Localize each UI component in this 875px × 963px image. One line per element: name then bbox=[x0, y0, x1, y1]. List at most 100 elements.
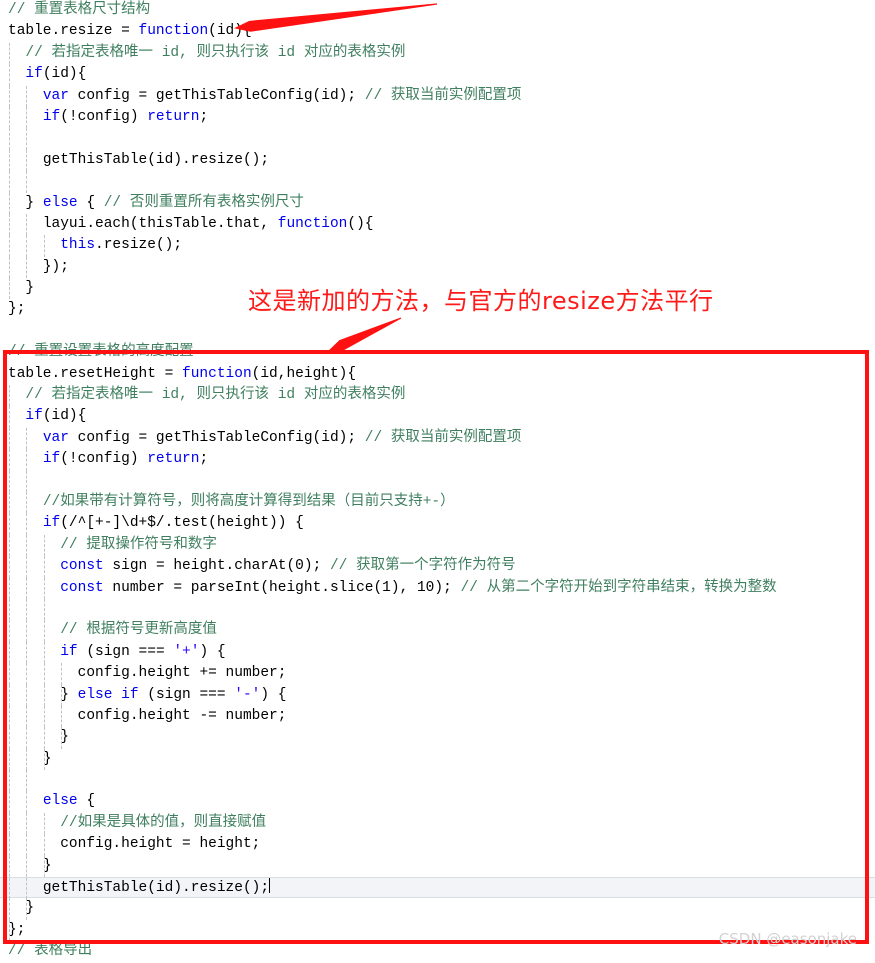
code-line[interactable]: } bbox=[0, 748, 875, 771]
code-line[interactable]: config.height = height; bbox=[0, 834, 875, 856]
code-token: // 重置设置表格的高度配置 bbox=[8, 344, 194, 361]
code-line[interactable]: } bbox=[0, 898, 875, 920]
code-line[interactable]: layui.each(thisTable.that, function(){ bbox=[0, 213, 875, 236]
code-line[interactable]: var config = getThisTableConfig(id); // … bbox=[0, 85, 875, 107]
code-line[interactable]: if(!config) return; bbox=[0, 449, 875, 471]
code-token: // 重置表格尺寸结构 bbox=[8, 2, 151, 18]
code-token: (/^[+-]\d+$/.test(height)) { bbox=[60, 515, 304, 532]
indent-guide bbox=[26, 85, 28, 107]
code-token: var bbox=[42, 429, 69, 446]
indent-guide bbox=[9, 834, 10, 856]
code-line[interactable]: } bbox=[0, 278, 875, 300]
code-line[interactable]: // 重置表格尺寸结构 bbox=[0, 0, 875, 21]
code-line[interactable]: } else if (sign === '-') { bbox=[0, 684, 875, 706]
code-token: ) { bbox=[199, 643, 226, 660]
code-line[interactable]: if(!config) return; bbox=[0, 106, 875, 129]
code-line[interactable]: // 提取操作符号和数字 bbox=[0, 534, 875, 557]
code-editor-view[interactable]: // 重置表格尺寸结构 table.resize = function(id){ … bbox=[0, 0, 875, 959]
code-line[interactable]: } bbox=[0, 855, 875, 878]
code-line[interactable] bbox=[0, 171, 875, 193]
indent-guide bbox=[26, 663, 28, 685]
code-line[interactable]: }); bbox=[0, 256, 875, 279]
code-token: (id){ bbox=[42, 66, 87, 83]
code-token: table.resize = bbox=[8, 23, 139, 40]
code-line[interactable] bbox=[0, 128, 875, 150]
code-line[interactable]: // 重置设置表格的高度配置 bbox=[0, 342, 875, 363]
indent-guide bbox=[26, 748, 28, 771]
code-line[interactable]: var config = getThisTableConfig(id); // … bbox=[0, 427, 875, 450]
code-line[interactable]: table.resize = function(id){ bbox=[0, 21, 875, 42]
code-line[interactable]: //如果是具体的值，则直接赋值 bbox=[0, 812, 875, 835]
indent-guide bbox=[9, 791, 10, 813]
code-token: if bbox=[42, 451, 61, 468]
indent-guide bbox=[9, 898, 10, 920]
code-line[interactable] bbox=[0, 770, 875, 792]
code-line[interactable]: // 表格导出 bbox=[0, 941, 875, 962]
code-line[interactable]: config.height -= number; bbox=[0, 705, 875, 728]
indent-guide bbox=[26, 791, 28, 813]
code-line[interactable]: table.resetHeight = function(id,height){ bbox=[0, 364, 875, 385]
code-token: if bbox=[25, 408, 43, 425]
code-token: //如果带有计算符号，则将高度计算得到结果（目前只支持+-） bbox=[42, 493, 455, 510]
indent-guide bbox=[61, 705, 63, 728]
code-line[interactable]: config.height += number; bbox=[0, 663, 875, 685]
code-line[interactable] bbox=[0, 470, 875, 492]
code-line[interactable]: if(id){ bbox=[0, 406, 875, 428]
code-token: } bbox=[60, 686, 78, 703]
indent-guide bbox=[26, 213, 28, 236]
code-token: }); bbox=[42, 258, 69, 275]
code-line[interactable]: this.resize(); bbox=[0, 235, 875, 257]
code-line[interactable]: if (sign === '+') { bbox=[0, 641, 875, 664]
code-token: // 提取操作符号和数字 bbox=[60, 536, 217, 553]
code-line[interactable]: if(id){ bbox=[0, 64, 875, 86]
indent-guide bbox=[9, 919, 10, 942]
indent-guide bbox=[43, 812, 45, 835]
indent-guide bbox=[43, 834, 45, 856]
code-token: .resize(); bbox=[95, 237, 183, 254]
code-line[interactable] bbox=[0, 321, 875, 342]
code-line[interactable]: else { bbox=[0, 791, 875, 813]
code-line[interactable]: getThisTable(id).resize(); bbox=[0, 149, 875, 172]
code-line[interactable]: if(/^[+-]\d+$/.test(height)) { bbox=[0, 513, 875, 535]
indent-guide bbox=[9, 620, 10, 642]
code-token: table.resetHeight = bbox=[8, 365, 183, 382]
indent-guide bbox=[9, 878, 10, 900]
code-token: ; bbox=[199, 108, 209, 125]
code-line[interactable]: // 根据符号更新高度值 bbox=[0, 620, 875, 642]
code-token: else bbox=[42, 194, 78, 211]
code-line[interactable]: const number = parseInt(height.slice(1),… bbox=[0, 577, 875, 599]
code-line[interactable] bbox=[0, 598, 875, 621]
indent-guide bbox=[9, 641, 10, 664]
code-line[interactable]: getThisTable(id).resize(); bbox=[0, 877, 875, 900]
code-token: number = parseInt(height.slice(1), 10); bbox=[103, 579, 461, 596]
code-token: // 获取第一个字符作为符号 bbox=[329, 558, 516, 575]
code-token: // 若指定表格唯一 id, 则只执行该 id 对应的表格实例 bbox=[25, 387, 406, 404]
code-line[interactable]: // 若指定表格唯一 id, 则只执行该 id 对应的表格实例 bbox=[0, 385, 875, 407]
indent-guide bbox=[9, 598, 10, 621]
indent-guide bbox=[43, 598, 45, 621]
code-token: this bbox=[60, 237, 96, 254]
indent-guide bbox=[61, 684, 63, 706]
code-token: const bbox=[60, 579, 104, 596]
code-line[interactable]: const sign = height.charAt(0); // 获取第一个字… bbox=[0, 556, 875, 578]
indent-guide bbox=[9, 556, 10, 578]
code-line[interactable]: }; bbox=[0, 919, 875, 942]
code-line[interactable]: }; bbox=[0, 299, 875, 320]
indent-guide bbox=[26, 171, 28, 193]
indent-guide bbox=[26, 855, 28, 878]
code-line[interactable]: } else { // 否则重置所有表格实例尺寸 bbox=[0, 192, 875, 214]
code-token: // 获取当前实例配置项 bbox=[364, 429, 522, 446]
code-line[interactable]: //如果带有计算符号，则将高度计算得到结果（目前只支持+-） bbox=[0, 491, 875, 514]
code-token: } bbox=[25, 280, 35, 297]
indent-guide bbox=[43, 577, 45, 599]
indent-guide bbox=[26, 449, 28, 471]
code-token: (){ bbox=[347, 215, 374, 232]
code-line[interactable]: // 若指定表格唯一 id, 则只执行该 id 对应的表格实例 bbox=[0, 42, 875, 65]
code-line[interactable]: } bbox=[0, 727, 875, 749]
